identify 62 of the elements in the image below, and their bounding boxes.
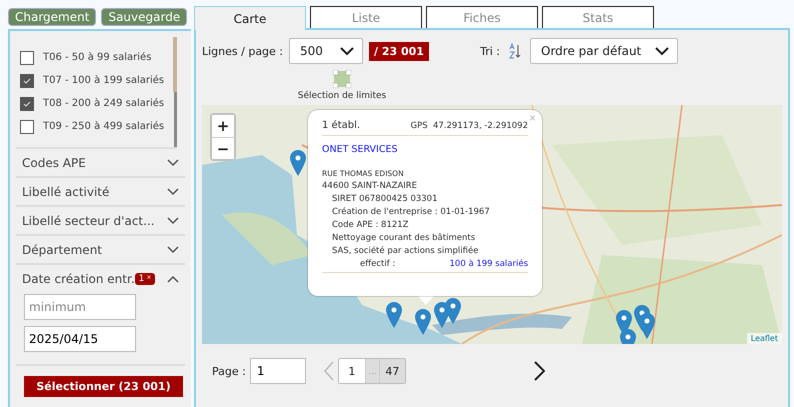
top-button[interactable]: Chargement (8, 8, 96, 26)
checkbox[interactable] (20, 120, 34, 134)
chevron-down-icon (167, 216, 180, 224)
chevron-down-icon (655, 46, 669, 56)
map-marker-icon[interactable] (445, 298, 461, 324)
selection-icon (333, 70, 351, 88)
checkbox-label: T07 - 100 à 199 salariés (43, 75, 164, 86)
checkbox-label: T06 - 50 à 99 salariés (43, 52, 152, 63)
chevron-down-icon (167, 158, 180, 166)
map-marker-icon[interactable] (290, 150, 306, 176)
tab[interactable]: Liste (310, 6, 422, 28)
checkbox-label: T09 - 250 à 499 salariés (43, 121, 164, 132)
company-detail: SIRET 067800425 03301 (332, 194, 438, 204)
chevron-down-icon (167, 246, 180, 254)
checkbox-label: T08 - 200 à 249 salariés (43, 98, 164, 109)
company-detail: Code APE : 8121Z (332, 220, 410, 230)
checkbox[interactable] (20, 74, 34, 88)
checkbox[interactable] (20, 96, 34, 110)
checkbox[interactable] (20, 50, 34, 64)
chevron-down-icon (167, 188, 180, 196)
selection-tool-button[interactable]: Sélection de limites (292, 70, 392, 101)
date-field[interactable]: 2025/04/15 (24, 326, 136, 352)
attribution-link[interactable]: Leaflet (746, 333, 782, 344)
total-badge: / 23 001 (369, 42, 429, 60)
sort-select[interactable]: Ordre par défaut (530, 38, 678, 64)
company-detail: SAS, société par actions simplifiée (332, 246, 480, 256)
chevron-down-icon (340, 46, 354, 56)
establishment-count: 1 établ. (322, 120, 360, 131)
scrollbar[interactable] (174, 37, 177, 147)
tab[interactable]: Carte (194, 6, 306, 30)
map-marker-icon[interactable] (386, 302, 402, 328)
sort-icon[interactable] (508, 43, 522, 59)
page-button[interactable]: 47 (378, 359, 405, 383)
company-detail: Création de l'entreprise : 01-01-1967 (332, 207, 491, 217)
page-button[interactable]: 1 (338, 359, 365, 383)
check-icon (23, 100, 31, 106)
filter-header[interactable]: Libellé secteur d'act... (16, 207, 186, 234)
lines-per-page-select[interactable]: 500 (289, 38, 364, 64)
filter-header[interactable]: Département (16, 236, 186, 263)
map-marker-icon[interactable] (639, 313, 655, 339)
company-detail: Nettoyage courant des bâtiments (332, 233, 476, 243)
company-link[interactable]: ONET SERVICES (322, 144, 528, 155)
lines-per-page-label: Lignes / page : (202, 44, 284, 58)
page-label: Page : (212, 364, 246, 378)
chevron-up-icon (167, 274, 180, 282)
zoom-out-button[interactable]: − (212, 137, 234, 159)
top-button[interactable]: Sauvegarde (101, 8, 188, 26)
sort-label: Tri : (480, 44, 500, 58)
select-button[interactable]: Sélectionner (23 001) (24, 376, 183, 397)
page-field[interactable]: 1 (250, 358, 306, 384)
filter-header[interactable]: Codes APE (16, 149, 186, 176)
date-field[interactable]: minimum (24, 294, 136, 320)
tab[interactable]: Fiches (426, 6, 538, 28)
next-icon[interactable] (534, 361, 545, 381)
map-marker-icon[interactable] (415, 309, 431, 335)
city-address: 44600 SAINT-NAZAIRE (322, 181, 418, 191)
gps-coordinates: GPS 47.291173, -2.291092 (410, 121, 528, 131)
staff-label: effectif : (360, 259, 396, 269)
tab[interactable]: Stats (542, 6, 654, 28)
staff-value: 100 à 199 salariés (450, 259, 528, 269)
check-icon (23, 78, 31, 84)
filter-header[interactable]: Libellé activité (16, 178, 186, 205)
